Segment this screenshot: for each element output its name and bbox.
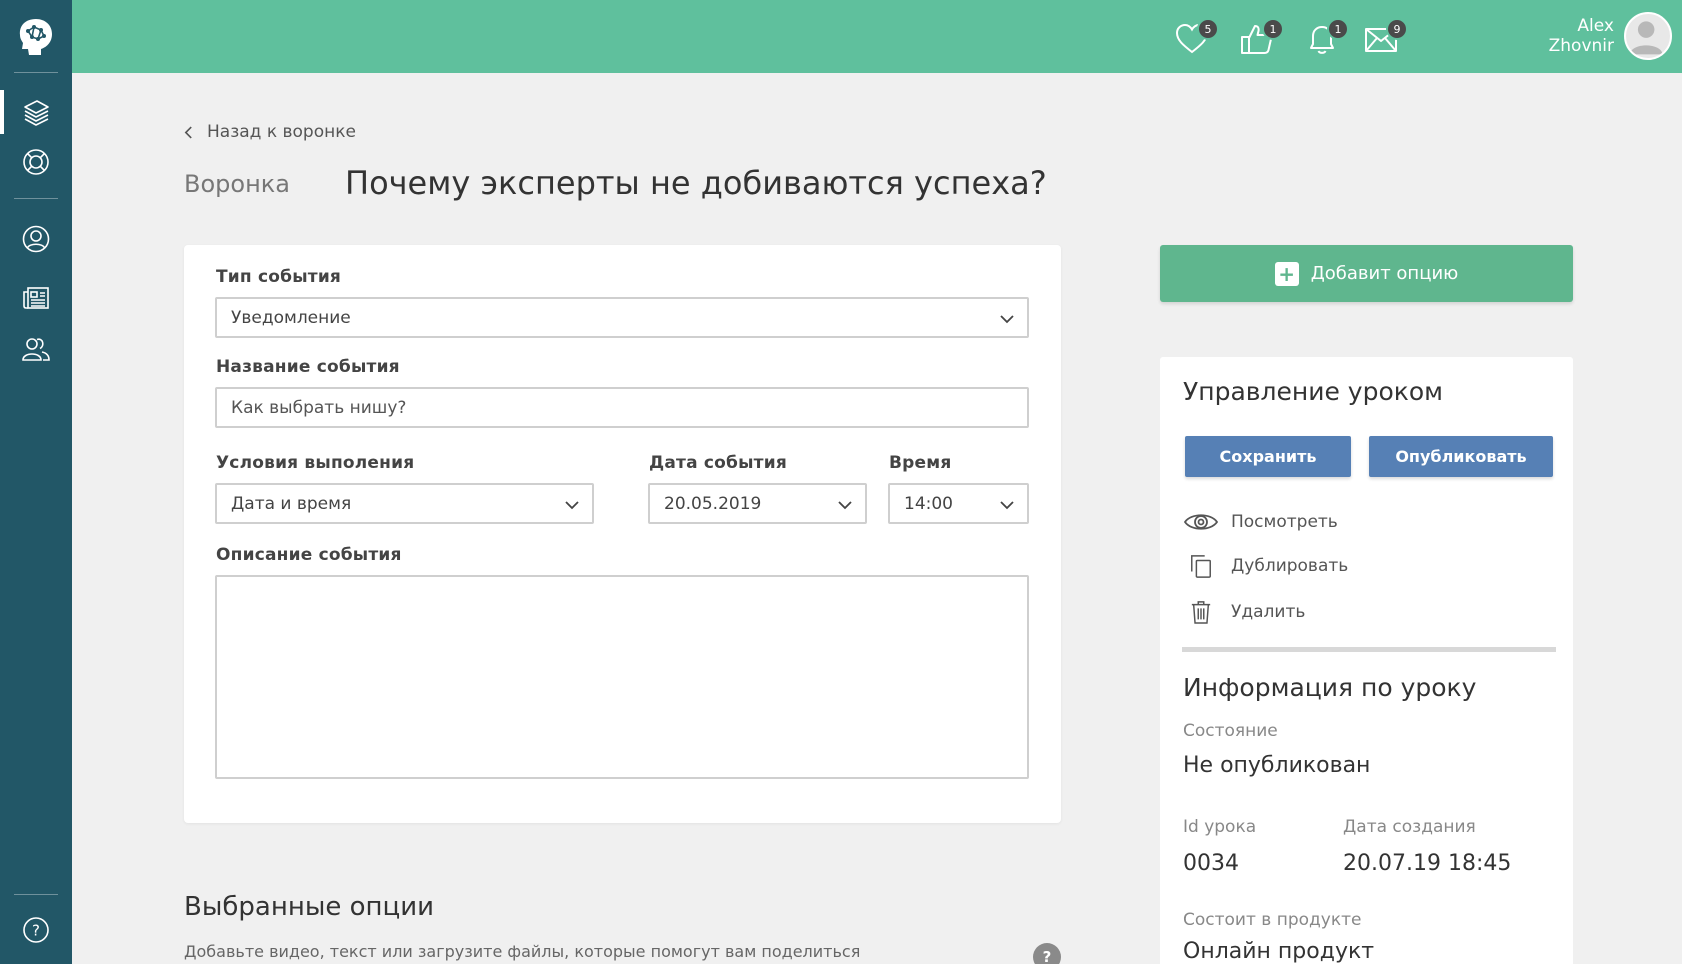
chevron-down-icon bbox=[838, 501, 852, 510]
time-label: Время bbox=[889, 453, 952, 473]
page-title: Почему эксперты не добиваются успеха? bbox=[345, 164, 1047, 202]
sidebar-item-help[interactable]: ? bbox=[0, 908, 72, 952]
newspaper-icon bbox=[23, 287, 49, 309]
logo-head-icon[interactable] bbox=[16, 16, 56, 58]
chevron-down-icon bbox=[1000, 501, 1014, 510]
likes-notification[interactable]: 1 bbox=[1240, 18, 1284, 58]
user-icon bbox=[22, 225, 50, 253]
user-name[interactable]: Alex Zhovnir bbox=[1549, 16, 1614, 56]
avatar[interactable] bbox=[1624, 12, 1672, 60]
notification-badge: 1 bbox=[1327, 18, 1349, 40]
lesson-panel: Управление уроком Сохранить Опубликовать… bbox=[1160, 357, 1573, 964]
date-label: Дата события bbox=[649, 453, 787, 473]
trash-icon bbox=[1183, 597, 1219, 627]
sidebar-item-profile[interactable] bbox=[0, 217, 72, 261]
event-name-input[interactable]: Как выбрать нишу? bbox=[215, 387, 1029, 428]
back-link[interactable]: Назад к воронке bbox=[184, 122, 356, 142]
description-label: Описание события bbox=[216, 545, 402, 565]
lifebuoy-icon bbox=[23, 149, 49, 175]
chevron-left-icon bbox=[184, 126, 192, 138]
event-name-label: Название события bbox=[216, 357, 400, 377]
messages-notification[interactable]: 9 bbox=[1364, 18, 1408, 58]
selected-options-description: Добавьте видео, текст или загрузите файл… bbox=[184, 942, 861, 961]
condition-select[interactable]: Дата и время bbox=[215, 483, 594, 524]
copy-icon bbox=[1183, 551, 1219, 581]
help-icon: ? bbox=[23, 917, 49, 943]
favorites-notification[interactable]: 5 bbox=[1175, 18, 1219, 58]
publish-button[interactable]: Опубликовать bbox=[1369, 436, 1553, 477]
lesson-info-title: Информация по уроку bbox=[1183, 673, 1477, 702]
lesson-id-value: 0034 bbox=[1183, 851, 1239, 876]
sidebar: ? bbox=[0, 0, 72, 964]
manage-lesson-title: Управление уроком bbox=[1183, 377, 1443, 406]
plus-icon: + bbox=[1274, 261, 1299, 286]
lesson-id-label: Id урока bbox=[1183, 817, 1257, 837]
breadcrumb[interactable]: Воронка bbox=[184, 170, 290, 198]
description-textarea[interactable] bbox=[215, 575, 1029, 779]
status-label: Состояние bbox=[1183, 721, 1278, 741]
sidebar-divider bbox=[14, 72, 58, 73]
chevron-down-icon bbox=[1000, 315, 1014, 324]
alerts-notification[interactable]: 1 bbox=[1305, 18, 1349, 58]
product-label: Состоит в продукте bbox=[1183, 910, 1362, 930]
sidebar-item-support[interactable] bbox=[0, 140, 72, 184]
condition-label: Условия выполения bbox=[216, 453, 415, 473]
sidebar-divider bbox=[14, 894, 58, 895]
event-type-label: Тип события bbox=[216, 267, 342, 287]
layers-icon bbox=[24, 100, 49, 126]
event-type-select[interactable]: Уведомление bbox=[215, 297, 1029, 338]
product-value: Онлайн продукт bbox=[1183, 939, 1375, 964]
event-form-card: Тип события Уведомление Название события… bbox=[184, 245, 1061, 823]
sidebar-divider bbox=[14, 198, 58, 199]
notification-badge: 9 bbox=[1386, 18, 1408, 40]
sidebar-item-news[interactable] bbox=[0, 276, 72, 320]
save-button[interactable]: Сохранить bbox=[1185, 436, 1351, 477]
selected-options-title: Выбранные опции bbox=[184, 892, 435, 922]
created-date-value: 20.07.19 18:45 bbox=[1343, 851, 1512, 876]
users-icon bbox=[22, 338, 50, 361]
sidebar-item-team[interactable] bbox=[0, 327, 72, 371]
delete-action[interactable]: Удалить bbox=[1183, 597, 1305, 627]
created-date-label: Дата создания bbox=[1343, 817, 1476, 837]
chevron-down-icon bbox=[565, 501, 579, 510]
duplicate-action[interactable]: Дублировать bbox=[1183, 551, 1348, 581]
date-select[interactable]: 20.05.2019 bbox=[648, 483, 867, 524]
notification-badge: 1 bbox=[1262, 18, 1284, 40]
notification-badge: 5 bbox=[1197, 18, 1219, 40]
top-header: 5 1 1 9 Alex Zhovnir bbox=[72, 0, 1682, 73]
svg-text:?: ? bbox=[32, 922, 40, 940]
sidebar-item-layers[interactable] bbox=[0, 90, 72, 134]
panel-divider bbox=[1182, 647, 1556, 652]
help-button[interactable]: ? bbox=[1033, 943, 1061, 964]
eye-icon bbox=[1183, 507, 1219, 537]
time-select[interactable]: 14:00 bbox=[888, 483, 1029, 524]
view-action[interactable]: Посмотреть bbox=[1183, 507, 1338, 537]
status-value: Не опубликован bbox=[1183, 753, 1371, 778]
add-option-button[interactable]: + Добавит опцию bbox=[1160, 245, 1573, 302]
avatar-placeholder-icon bbox=[1629, 21, 1663, 55]
